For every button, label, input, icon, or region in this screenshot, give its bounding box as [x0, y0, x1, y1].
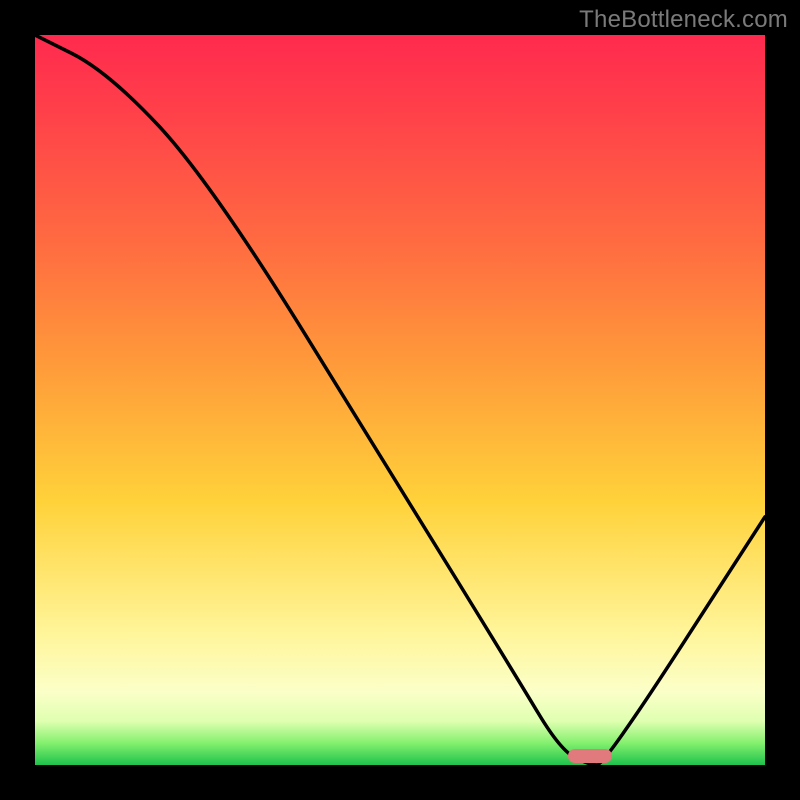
plot-area: [35, 35, 765, 765]
optimum-marker: [568, 749, 612, 763]
watermark-text: TheBottleneck.com: [579, 6, 788, 34]
chart-frame: TheBottleneck.com: [0, 0, 800, 800]
bottleneck-curve: [35, 35, 765, 765]
